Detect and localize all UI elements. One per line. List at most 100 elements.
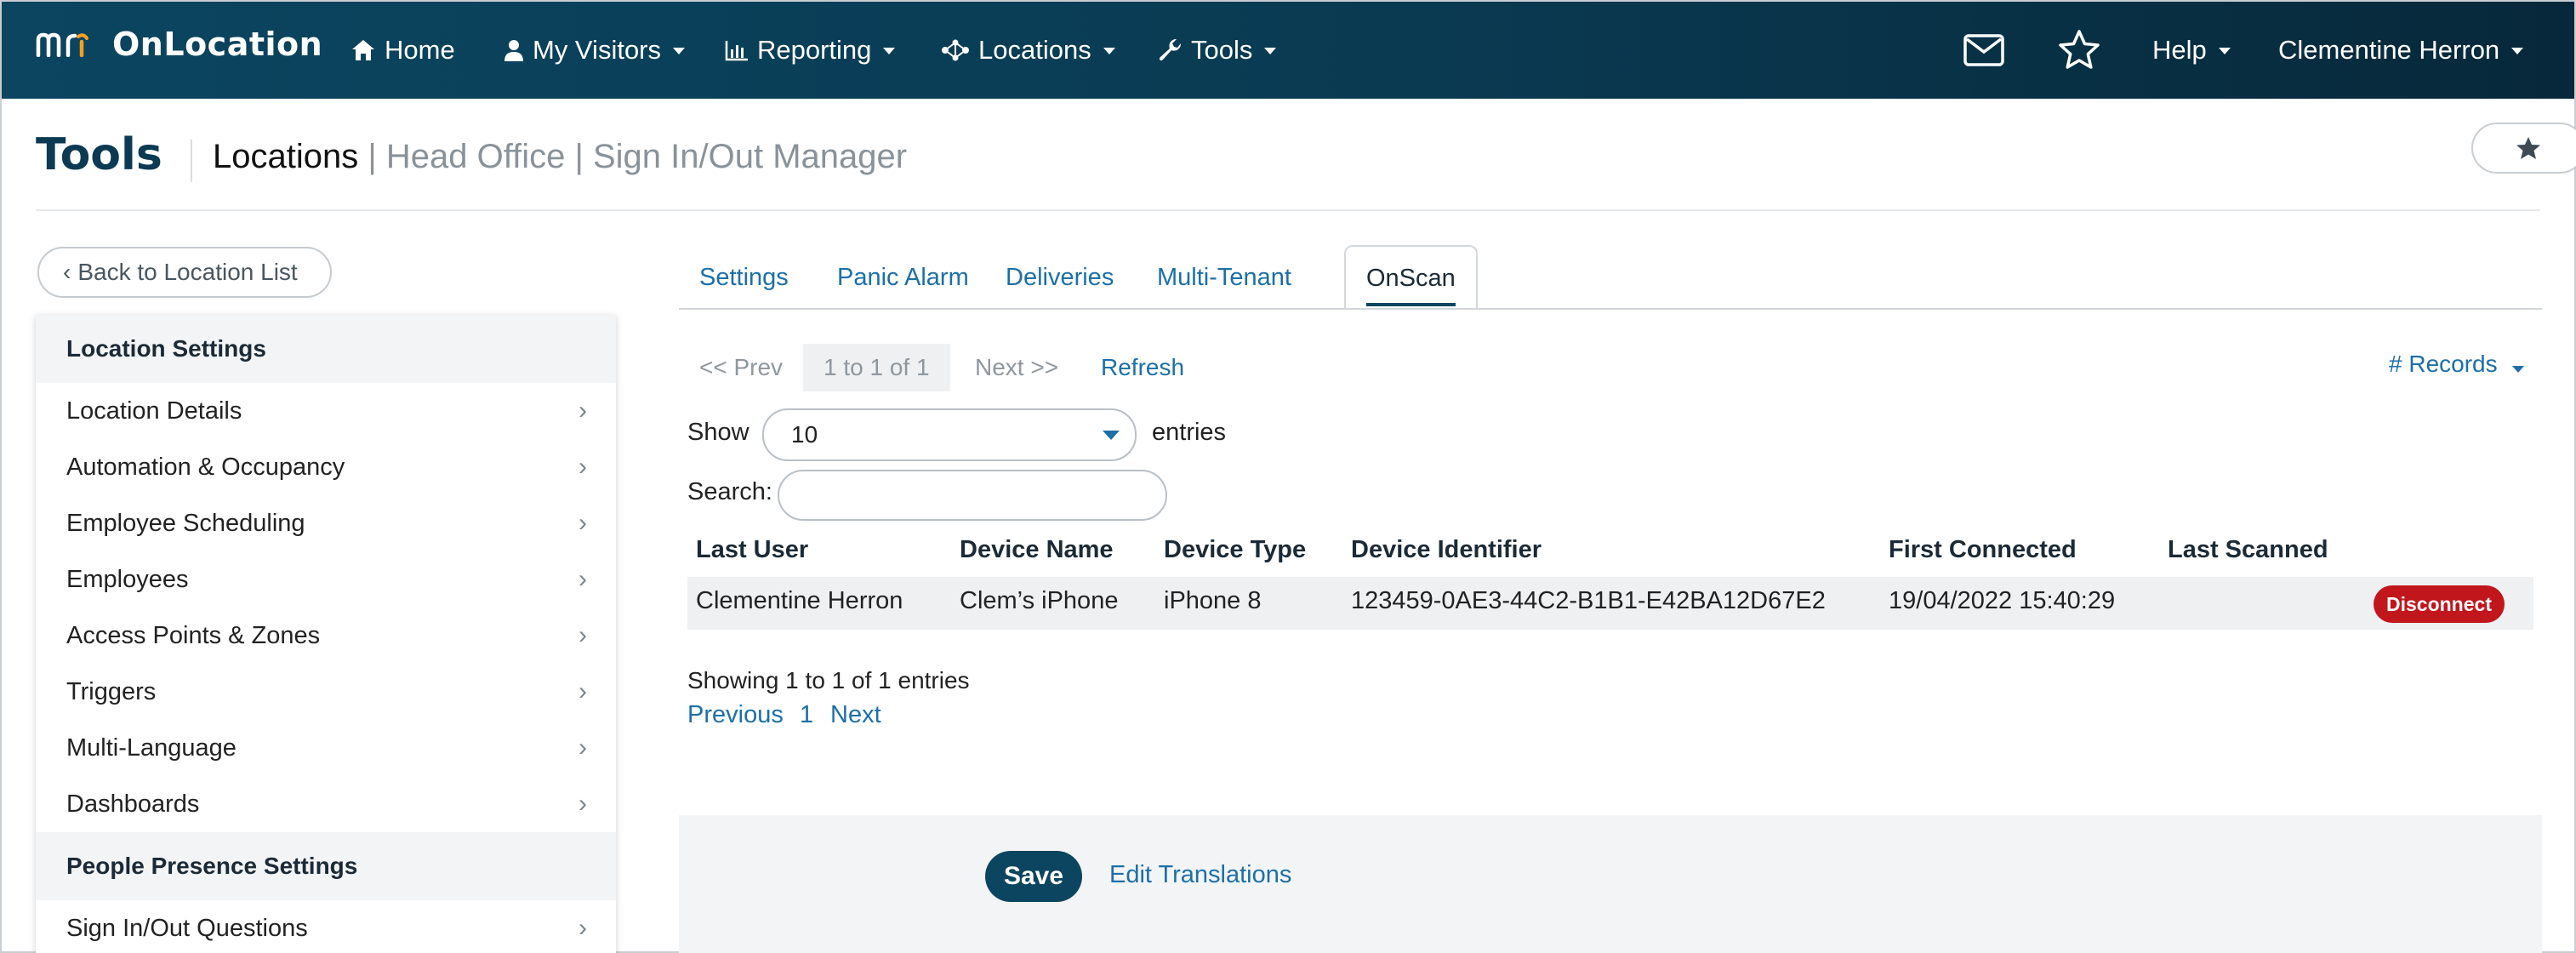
sidebar-item-label: Automation & Occupancy xyxy=(66,453,345,481)
nav-locations[interactable]: Locations xyxy=(941,2,1115,99)
refresh-button[interactable]: Refresh xyxy=(1101,344,1184,391)
chevron-right-icon: › xyxy=(578,677,587,705)
chevron-right-icon: › xyxy=(578,790,587,818)
brand-name: OnLocation xyxy=(112,26,323,63)
pagination-next[interactable]: Next xyxy=(830,701,881,729)
sidebar-item-label: Access Points & Zones xyxy=(66,621,321,649)
cell-device-name: Clem’s iPhone xyxy=(960,587,1119,614)
back-to-location-list-button[interactable]: ‹ Back to Location List xyxy=(37,247,332,298)
sidebar-item-location-details[interactable]: Location Details › xyxy=(36,383,616,439)
top-navbar: OnLocation Home My Visitors Reporting Lo… xyxy=(2,2,2574,99)
pagination-previous[interactable]: Previous xyxy=(687,701,784,729)
envelope-icon xyxy=(1963,34,2004,66)
chevron-down-icon xyxy=(2511,48,2524,54)
favorites-button[interactable] xyxy=(2057,2,2101,99)
prev-page-button[interactable]: << Prev xyxy=(699,344,783,391)
page-title: Tools xyxy=(36,129,162,180)
favorite-page-button[interactable] xyxy=(2471,123,2576,174)
header-divider xyxy=(36,209,2540,211)
tab-settings[interactable]: Settings xyxy=(679,245,809,310)
home-icon xyxy=(350,38,376,62)
chevron-right-icon: › xyxy=(578,397,587,425)
mri-logo-icon xyxy=(36,32,88,57)
sidebar-item-label: Location Details xyxy=(66,397,242,425)
entries-per-page-value: 10 xyxy=(791,421,818,448)
tab-panic-alarm[interactable]: Panic Alarm xyxy=(817,245,989,310)
network-icon xyxy=(941,38,970,62)
chevron-right-icon: › xyxy=(578,914,587,942)
sidebar-item-label: Sign In/Out Questions xyxy=(66,914,308,942)
column-header-first-connected[interactable]: First Connected xyxy=(1889,536,2077,564)
chevron-down-icon xyxy=(1264,48,1277,54)
cell-last-user: Clementine Herron xyxy=(696,587,903,614)
nav-tools-label: Tools xyxy=(1191,35,1253,65)
cell-device-type: iPhone 8 xyxy=(1164,587,1262,614)
sidebar-item-multi-language[interactable]: Multi-Language › xyxy=(36,720,616,776)
nav-home[interactable]: Home xyxy=(350,2,455,99)
nav-tools[interactable]: Tools xyxy=(1159,2,1277,99)
nav-my-visitors[interactable]: My Visitors xyxy=(504,2,686,99)
chevron-right-icon: › xyxy=(578,733,587,762)
edit-translations-link[interactable]: Edit Translations xyxy=(1109,861,1291,889)
tab-multi-tenant[interactable]: Multi-Tenant xyxy=(1137,245,1312,310)
column-header-device-identifier[interactable]: Device Identifier xyxy=(1351,536,1542,564)
next-page-button[interactable]: Next >> xyxy=(975,344,1058,391)
nav-home-label: Home xyxy=(385,35,455,65)
disconnect-button[interactable]: Disconnect xyxy=(2374,585,2505,623)
entries-label: entries xyxy=(1152,419,1227,446)
entries-per-page-select[interactable]: 10 xyxy=(762,408,1137,461)
cell-device-identifier: 123459-0AE3-44C2-B1B1-E42BA12D67E2 xyxy=(1351,587,1826,614)
chevron-right-icon: › xyxy=(578,565,587,593)
cell-first-connected: 19/04/2022 15:40:29 xyxy=(1889,587,2116,614)
sidebar-item-label: Triggers xyxy=(66,677,157,705)
column-header-device-type[interactable]: Device Type xyxy=(1164,536,1306,564)
tabs-divider xyxy=(679,308,2542,310)
sidebar-item-employees[interactable]: Employees › xyxy=(36,551,616,608)
bar-chart-icon xyxy=(725,39,749,61)
breadcrumb: Locations | Head Office | Sign In/Out Ma… xyxy=(213,138,907,176)
sidebar-item-triggers[interactable]: Triggers › xyxy=(36,664,616,720)
chevron-left-icon: ‹ xyxy=(63,259,71,285)
sidebar-item-automation-occupancy[interactable]: Automation & Occupancy › xyxy=(36,439,616,495)
messages-button[interactable] xyxy=(1963,2,2004,99)
chevron-right-icon: › xyxy=(578,453,587,481)
tab-onscan[interactable]: OnScan xyxy=(1344,245,1478,310)
column-header-device-name[interactable]: Device Name xyxy=(960,536,1114,564)
star-icon xyxy=(2516,137,2540,159)
sidebar-item-label: Dashboards xyxy=(66,790,200,818)
location-settings-menu: Location Settings Location Details › Aut… xyxy=(36,315,616,953)
sidebar-item-access-points-zones[interactable]: Access Points & Zones › xyxy=(36,608,616,664)
chevron-down-icon xyxy=(2512,366,2525,373)
column-header-last-scanned[interactable]: Last Scanned xyxy=(2168,536,2328,564)
sidebar-item-label: Multi-Language xyxy=(66,733,237,762)
section-header-people-presence: People Presence Settings xyxy=(36,832,616,900)
wrench-icon xyxy=(1159,38,1183,62)
sidebar-item-sign-in-out-questions[interactable]: Sign In/Out Questions › xyxy=(36,900,616,953)
nav-locations-label: Locations xyxy=(978,35,1091,65)
form-footer xyxy=(679,815,2542,953)
chevron-down-icon xyxy=(1103,48,1115,54)
user-menu[interactable]: Clementine Herron xyxy=(2278,2,2524,99)
search-label: Search: xyxy=(687,478,772,505)
star-icon xyxy=(2059,30,2100,69)
search-input[interactable] xyxy=(778,470,1167,521)
column-header-last-user[interactable]: Last User xyxy=(696,536,808,564)
chevron-down-icon xyxy=(673,48,686,54)
records-dropdown[interactable]: # Records xyxy=(2389,351,2525,378)
table-info: Showing 1 to 1 of 1 entries xyxy=(687,667,970,693)
chevron-down-icon xyxy=(2218,48,2231,54)
sidebar-item-employee-scheduling[interactable]: Employee Scheduling › xyxy=(36,495,616,551)
app-logo[interactable]: OnLocation xyxy=(36,26,322,63)
sidebar-item-dashboards[interactable]: Dashboards › xyxy=(36,776,616,832)
pagination-page-1[interactable]: 1 xyxy=(800,701,813,729)
user-name: Clementine Herron xyxy=(2278,35,2500,65)
breadcrumb-locations: Locations xyxy=(213,138,359,175)
chevron-right-icon: › xyxy=(578,621,587,649)
records-label: # Records xyxy=(2389,351,2498,377)
nav-help[interactable]: Help xyxy=(2152,2,2231,99)
tab-deliveries[interactable]: Deliveries xyxy=(985,245,1134,310)
save-button[interactable]: Save xyxy=(985,851,1082,902)
nav-reporting[interactable]: Reporting xyxy=(725,2,896,99)
nav-my-visitors-label: My Visitors xyxy=(533,35,662,65)
section-header-location-settings: Location Settings xyxy=(36,315,616,383)
